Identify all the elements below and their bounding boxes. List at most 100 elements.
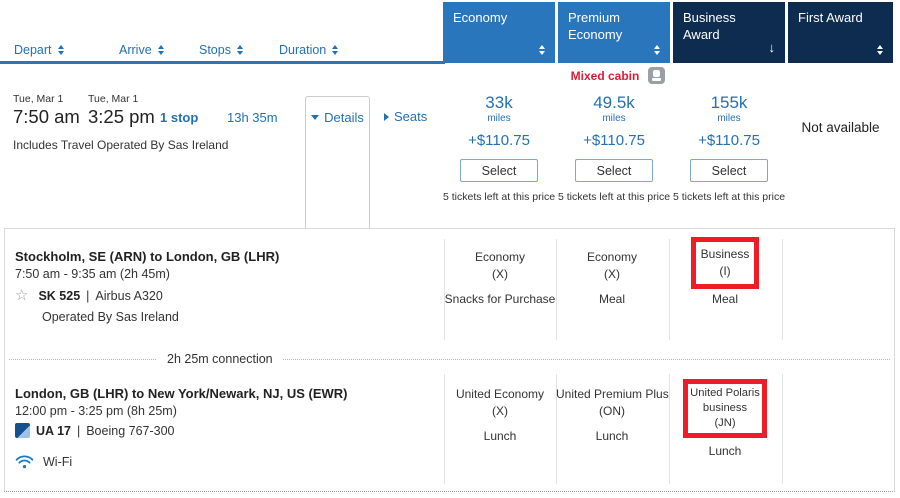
segment1-times: 7:50 am - 9:35 am (2h 45m) (15, 267, 170, 281)
chevron-right-icon (384, 113, 389, 121)
segment1-operated-by: Operated By Sas Ireland (42, 310, 179, 324)
sort-updown-icon (877, 45, 883, 55)
segment2-cabin-premium-plus: United Premium Plus (ON) (556, 386, 668, 420)
sort-stops[interactable]: Stops (199, 43, 243, 57)
details-toggle[interactable]: Details (305, 96, 370, 228)
segment1-aircraft: Airbus A320 (95, 289, 162, 303)
segment2-cabin-economy: United Economy (X) (444, 386, 556, 420)
meal-label: Meal (599, 292, 625, 306)
segment1-flight-number: SK 525 (38, 289, 80, 303)
seat-icon (648, 67, 665, 84)
star-alliance-icon: ☆ (15, 288, 28, 303)
depart-group: Tue, Mar 1 7:50 am (13, 93, 80, 128)
united-logo-icon (15, 423, 30, 438)
select-economy-button[interactable]: Select (460, 159, 538, 182)
wifi-label: Wi-Fi (43, 455, 72, 469)
sort-updown-icon (158, 45, 164, 55)
miles-unit: miles (558, 113, 670, 124)
sort-updown-icon (58, 45, 64, 55)
segment2-aircraft: Boeing 767-300 (86, 424, 174, 438)
segment1-meal-economy: Snacks for Purchase (444, 291, 556, 308)
segment2-meal-polaris: Lunch (669, 443, 781, 460)
select-premium-economy-button[interactable]: Select (575, 159, 653, 182)
cash-copay: +$110.75 (558, 132, 670, 149)
arrive-time: 3:25 pm (88, 106, 155, 128)
segment2-flight-number: UA 17 (36, 424, 71, 438)
cabin-code: (X) (444, 266, 556, 283)
segment1-flight-row: ☆ SK 525 | Airbus A320 (15, 288, 163, 303)
arrive-group: Tue, Mar 1 3:25 pm (88, 93, 155, 128)
segment2-amenity-row: Wi-Fi (15, 454, 72, 469)
cash-copay: +$110.75 (443, 132, 555, 149)
sort-updown-icon (654, 45, 660, 55)
segment1-meal-premium: Meal (556, 291, 668, 308)
sort-arrive-label: Arrive (119, 43, 152, 57)
fare-header-first-award-label: First Award (798, 10, 863, 25)
segment2-route: London, GB (LHR) to New York/Newark, NJ,… (15, 386, 347, 401)
fare-cell-premium-economy: 49.5k miles +$110.75 Select 5 tickets le… (558, 94, 670, 203)
sort-duration[interactable]: Duration (279, 43, 338, 57)
fare-header-premium-economy[interactable]: Premium Economy (558, 2, 670, 63)
segment1-route: Stockholm, SE (ARN) to London, GB (LHR) (15, 249, 279, 264)
tickets-left-note: 5 tickets left at this price (443, 191, 555, 203)
cabin-code: (ON) (556, 403, 668, 420)
fare-header-first-award[interactable]: First Award (788, 2, 893, 63)
fare-header-business-award[interactable]: Business Award ↓ (673, 2, 785, 63)
segment2-meal-premium-plus: Lunch (556, 428, 668, 445)
cabin-code: (X) (444, 403, 556, 420)
cabin-name: Economy (556, 249, 668, 266)
meal-label: Lunch (596, 429, 629, 443)
red-highlight-box: United Polaris business (JN) (683, 379, 767, 438)
mixed-cabin-label: Mixed cabin (571, 69, 640, 83)
miles-unit: miles (443, 113, 555, 124)
seats-label: Seats (394, 109, 427, 124)
miles-value: 155k (673, 94, 785, 111)
duration-value: 13h 35m (227, 110, 278, 125)
red-highlight-box: Business (I) (691, 237, 759, 289)
connection-divider (9, 359, 890, 360)
wifi-icon (15, 454, 34, 469)
stops-link[interactable]: 1 stop (160, 110, 198, 125)
fare-header-business-award-label: Business Award (683, 10, 736, 42)
depart-date: Tue, Mar 1 (13, 93, 80, 105)
tickets-left-note: 5 tickets left at this price (673, 191, 785, 203)
sort-depart[interactable]: Depart (14, 43, 64, 57)
select-business-award-button[interactable]: Select (690, 159, 768, 182)
fare-header-premium-economy-label: Premium Economy (568, 10, 622, 42)
not-available-label: Not available (788, 120, 893, 135)
segment1-cabin-premium: Economy (X) (556, 249, 668, 283)
tickets-left-note: 5 tickets left at this price (558, 191, 670, 203)
fare-header-economy[interactable]: Economy (443, 2, 555, 63)
flight-results-page: Depart Arrive Stops Duration Economy Pre… (0, 0, 900, 498)
chevron-down-icon (311, 115, 319, 120)
fare-header-economy-label: Economy (453, 10, 507, 25)
pipe-separator: | (77, 424, 80, 438)
sort-down-arrow-icon: ↓ (769, 40, 776, 57)
connection-label: 2h 25m connection (157, 352, 283, 366)
column-divider (782, 239, 783, 340)
fare-cell-economy: 33k miles +$110.75 Select 5 tickets left… (443, 94, 555, 203)
flight-details-panel: Stockholm, SE (ARN) to London, GB (LHR) … (4, 228, 895, 492)
fare-cell-business-award: 155k miles +$110.75 Select 5 tickets lef… (673, 94, 785, 203)
sort-updown-icon (237, 45, 243, 55)
sort-bar-underline (0, 61, 445, 64)
meal-label: Meal (712, 292, 738, 306)
cash-copay: +$110.75 (673, 132, 785, 149)
segment2-cabin-polaris-highlight: United Polaris business (JN) (669, 379, 781, 438)
sort-depart-label: Depart (14, 43, 52, 57)
cabin-code: (I) (700, 263, 750, 280)
cabin-name: United Economy (444, 386, 556, 403)
miles-value: 49.5k (558, 94, 670, 111)
operated-by-note: Includes Travel Operated By Sas Ireland (13, 138, 228, 152)
miles-value: 33k (443, 94, 555, 111)
meal-label: Snacks for Purchase (445, 292, 556, 306)
sort-stops-label: Stops (199, 43, 231, 57)
sort-arrive[interactable]: Arrive (119, 43, 164, 57)
miles-unit: miles (673, 113, 785, 124)
seats-link[interactable]: Seats (384, 109, 427, 124)
segment1-meal-business: Meal (669, 291, 781, 308)
sort-updown-icon (539, 45, 545, 55)
segment2-flight-row: UA 17 | Boeing 767-300 (15, 423, 175, 438)
segment1-cabin-economy: Economy (X) (444, 249, 556, 283)
segment2-times: 12:00 pm - 3:25 pm (8h 25m) (15, 404, 177, 418)
